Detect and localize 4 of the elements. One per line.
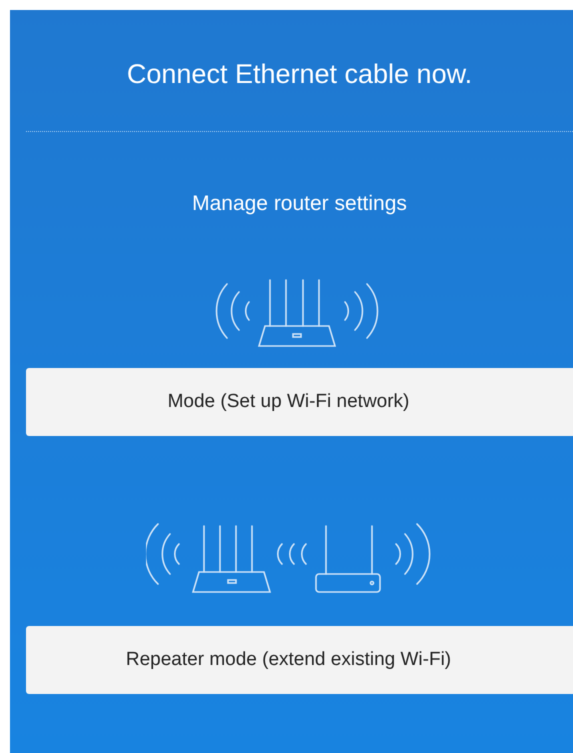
mode-option-button[interactable]: Repeater mode (extend existing Wi-Fi) <box>26 626 573 694</box>
page-title: Connect Ethernet cable now. <box>126 58 472 91</box>
section-heading: Manage router settings <box>192 190 407 216</box>
mode-option-button[interactable]: Mode (Set up Wi-Fi network) <box>26 368 573 436</box>
